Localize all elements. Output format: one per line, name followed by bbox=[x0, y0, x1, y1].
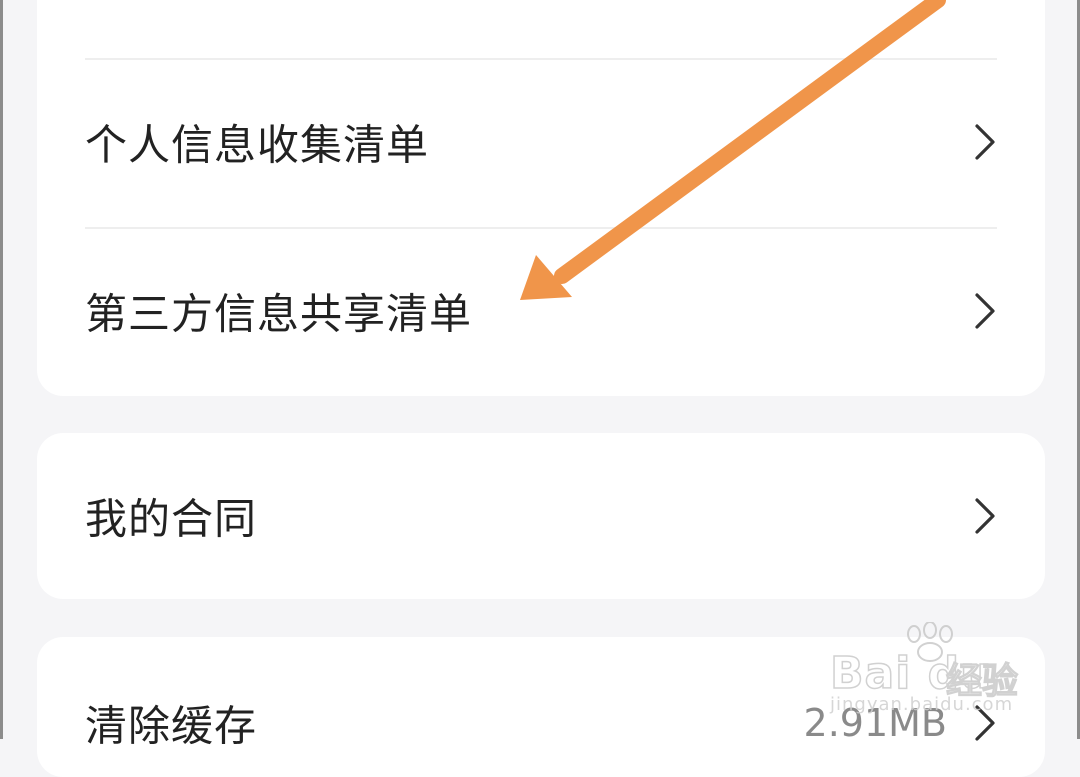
watermark-url: jingyan.baidu.com bbox=[830, 694, 1014, 715]
baidu-jingyan-watermark: Bai du 经验 jingyan.baidu.com bbox=[828, 622, 1028, 718]
